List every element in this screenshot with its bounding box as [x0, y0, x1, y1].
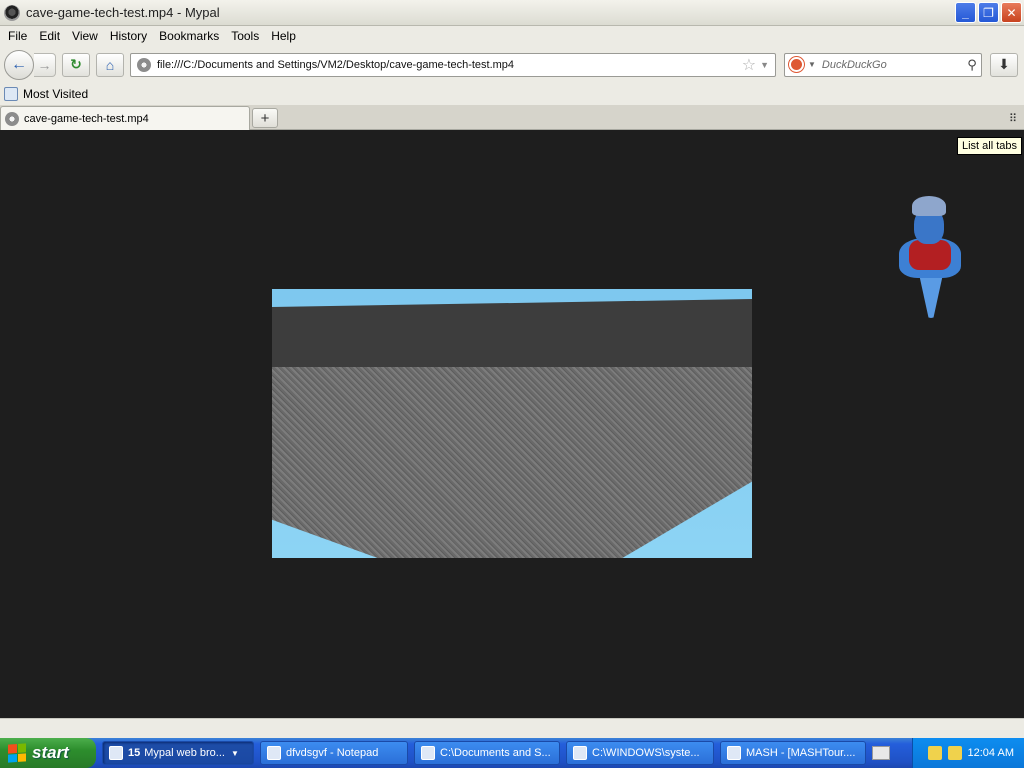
notepad-icon [267, 746, 281, 760]
taskbar-notepad[interactable]: dfvdsgvf - Notepad [260, 741, 408, 765]
genie-assistant-icon[interactable] [895, 196, 965, 320]
system-tray: 12:04 AM [912, 738, 1024, 768]
window-title: cave-game-tech-test.mp4 - Mypal [26, 5, 220, 20]
7zip-icon [421, 746, 435, 760]
taskbar-mypal[interactable]: 15 Mypal web bro... ▼ [102, 741, 254, 765]
menu-tools[interactable]: Tools [225, 29, 265, 43]
search-engine-dropdown-icon[interactable]: ▼ [808, 60, 816, 69]
menu-bookmarks[interactable]: Bookmarks [153, 29, 225, 43]
tray-genie-icon[interactable] [927, 746, 942, 760]
reload-button[interactable]: ↻ [62, 52, 90, 77]
forward-button[interactable]: → [34, 52, 56, 77]
bookmarks-toolbar: Most Visited [0, 83, 1024, 105]
url-text[interactable]: file:///C:/Documents and Settings/VM2/De… [157, 59, 742, 71]
new-tab-button[interactable]: + [252, 108, 278, 128]
download-arrow-icon: ⬇ [998, 56, 1010, 72]
downloads-button[interactable]: ⬇ [990, 52, 1018, 77]
taskbar-7zip[interactable]: C:\Documents and S... [414, 741, 560, 765]
start-button[interactable]: start [0, 738, 96, 768]
start-label: start [32, 743, 69, 762]
maximize-button[interactable]: ❐ [978, 2, 999, 23]
duckduckgo-icon[interactable] [789, 57, 804, 72]
url-bar[interactable]: file:///C:/Documents and Settings/VM2/De… [130, 52, 776, 77]
command-prompt-icon [573, 746, 587, 760]
window-controls: _ ❐ ✕ [955, 2, 1022, 23]
list-all-tabs-tooltip: List all tabs [956, 137, 1022, 155]
tab-favicon-icon [5, 111, 19, 126]
taskbar-cmd[interactable]: C:\WINDOWS\syste... [566, 741, 714, 765]
forward-arrow-icon: → [37, 56, 52, 73]
back-arrow-icon: ← [11, 55, 27, 73]
reload-icon: ↻ [70, 56, 82, 72]
back-button[interactable]: ← [4, 49, 34, 80]
genie-tail [919, 274, 943, 318]
close-button[interactable]: ✕ [1001, 2, 1022, 23]
tray-network-icon[interactable] [947, 746, 962, 760]
minimize-button[interactable]: _ [955, 2, 976, 23]
chevron-down-icon: ▼ [230, 748, 239, 758]
task-label: C:\Documents and S... [440, 747, 551, 759]
title-bar: cave-game-tech-test.mp4 - Mypal _ ❐ ✕ [0, 0, 1024, 26]
search-input[interactable]: DuckDuckGo [822, 59, 963, 71]
home-button[interactable]: ⌂ [96, 52, 124, 77]
task-label: C:\WINDOWS\syste... [592, 747, 700, 759]
menu-edit[interactable]: Edit [33, 29, 66, 43]
navigation-toolbar: ← → ↻ ⌂ file:///C:/Documents and Setting… [0, 46, 1024, 83]
menu-history[interactable]: History [104, 29, 153, 43]
url-dropdown-icon[interactable]: ▼ [760, 60, 769, 70]
most-visited-icon [4, 87, 18, 101]
task-label: MASH - [MASHTour.... [746, 747, 856, 759]
video-player[interactable] [272, 289, 752, 558]
windows-logo-icon [8, 743, 26, 763]
tab-label: cave-game-tech-test.mp4 [24, 112, 149, 125]
mash-icon [727, 746, 741, 760]
globe-icon [137, 57, 151, 72]
mypal-task-icon [109, 746, 123, 760]
grid-icon: ⠿ [1008, 112, 1018, 125]
clock[interactable]: 12:04 AM [968, 747, 1014, 759]
taskbar: start 15 Mypal web bro... ▼ dfvdsgvf - N… [0, 738, 1024, 768]
plus-icon: + [260, 109, 270, 127]
keyboard-icon[interactable] [872, 746, 890, 760]
bookmark-star-icon[interactable]: ☆ [742, 55, 756, 75]
menu-help[interactable]: Help [265, 29, 302, 43]
menu-view[interactable]: View [66, 29, 104, 43]
genie-turban [912, 196, 946, 216]
tab-video[interactable]: cave-game-tech-test.mp4 [0, 106, 250, 130]
task-count: 15 [128, 747, 141, 759]
mypal-app-icon[interactable] [4, 4, 20, 21]
list-all-tabs-button[interactable]: ⠿ [1004, 109, 1022, 127]
search-icon[interactable]: ⚲ [963, 57, 981, 73]
menu-bar: File Edit View History Bookmarks Tools H… [0, 26, 1024, 46]
home-icon: ⌂ [105, 56, 115, 73]
task-label: dfvdsgvf - Notepad [286, 747, 379, 759]
task-label: Mypal web bro... [144, 747, 225, 759]
tab-strip: cave-game-tech-test.mp4 + ⠿ [0, 105, 1024, 130]
bookmark-most-visited[interactable]: Most Visited [23, 87, 88, 101]
search-bar[interactable]: ▼ DuckDuckGo ⚲ [784, 52, 982, 77]
taskbar-mash[interactable]: MASH - [MASHTour.... [720, 741, 866, 765]
menu-file[interactable]: File [2, 29, 33, 43]
content-area [0, 130, 1024, 718]
status-bar [0, 718, 1024, 738]
genie-vest [909, 240, 951, 270]
